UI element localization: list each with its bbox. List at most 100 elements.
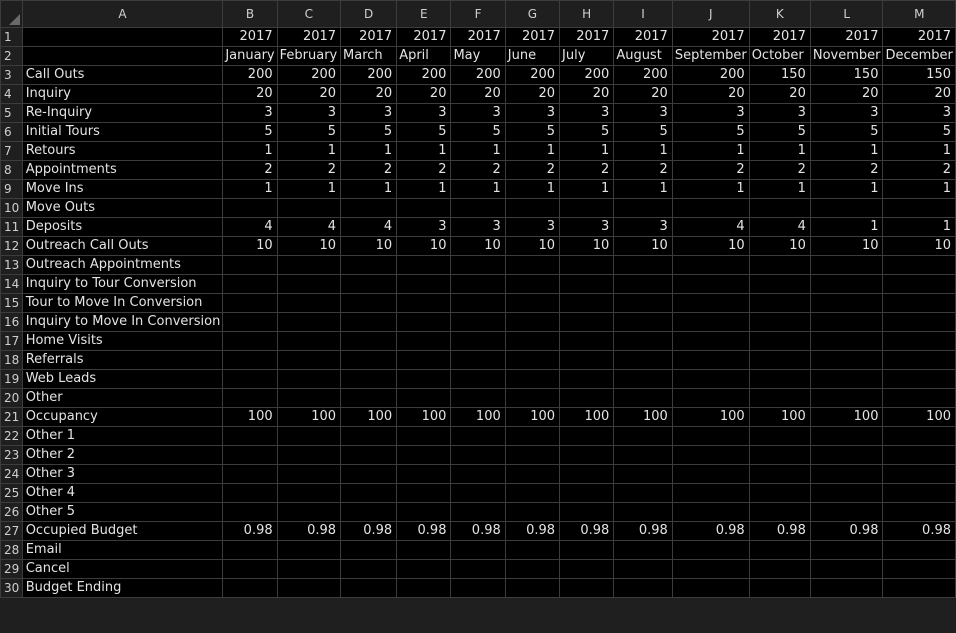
data-cell[interactable]	[809, 483, 884, 503]
data-cell[interactable]: 3	[396, 217, 452, 237]
data-cell[interactable]	[222, 312, 278, 332]
data-cell[interactable]	[748, 312, 811, 332]
data-cell[interactable]	[396, 578, 452, 598]
data-cell[interactable]	[559, 578, 615, 598]
data-cell[interactable]	[882, 312, 956, 332]
row-label-cell[interactable]: Inquiry to Tour Conversion	[21, 274, 224, 294]
data-cell[interactable]	[450, 293, 506, 313]
data-cell[interactable]	[559, 426, 615, 446]
data-cell[interactable]: 200	[671, 65, 750, 85]
data-cell[interactable]: 100	[882, 407, 956, 427]
data-cell[interactable]	[882, 445, 956, 465]
data-cell[interactable]	[748, 426, 811, 446]
data-cell[interactable]	[222, 483, 278, 503]
data-cell[interactable]	[450, 198, 506, 218]
data-cell[interactable]	[222, 369, 278, 389]
data-cell[interactable]	[671, 293, 750, 313]
data-cell[interactable]	[396, 445, 452, 465]
data-cell[interactable]	[748, 388, 811, 408]
data-cell[interactable]: 1	[396, 179, 452, 199]
data-cell[interactable]: 1	[559, 179, 615, 199]
data-cell[interactable]	[613, 255, 673, 275]
data-cell[interactable]: 2017	[450, 27, 506, 47]
data-cell[interactable]: 1	[222, 179, 278, 199]
data-cell[interactable]: 3	[450, 217, 506, 237]
data-cell[interactable]: 200	[504, 65, 561, 85]
row-header[interactable]: 10	[0, 198, 23, 218]
row-label-cell[interactable]: Home Visits	[21, 331, 224, 351]
data-cell[interactable]: 5	[559, 122, 615, 142]
data-cell[interactable]	[809, 255, 884, 275]
data-cell[interactable]	[613, 559, 673, 579]
data-cell[interactable]: 20	[613, 84, 673, 104]
data-cell[interactable]	[222, 445, 278, 465]
data-cell[interactable]: 0.98	[450, 521, 506, 541]
data-cell[interactable]: 2017	[809, 27, 884, 47]
data-cell[interactable]	[276, 198, 342, 218]
data-cell[interactable]: 2017	[613, 27, 673, 47]
data-cell[interactable]: 10	[671, 236, 750, 256]
data-cell[interactable]: November	[809, 46, 884, 66]
data-cell[interactable]: 0.98	[276, 521, 342, 541]
row-header[interactable]: 30	[0, 578, 23, 598]
data-cell[interactable]: 10	[396, 236, 452, 256]
data-cell[interactable]	[559, 483, 615, 503]
data-cell[interactable]: 10	[450, 236, 506, 256]
data-cell[interactable]: 3	[671, 103, 750, 123]
data-cell[interactable]	[222, 274, 278, 294]
data-cell[interactable]	[276, 293, 342, 313]
data-cell[interactable]	[613, 388, 673, 408]
data-cell[interactable]	[396, 502, 452, 522]
data-cell[interactable]: 1	[748, 179, 811, 199]
data-cell[interactable]	[222, 502, 278, 522]
data-cell[interactable]: 2017	[748, 27, 811, 47]
data-cell[interactable]	[340, 293, 398, 313]
column-header-h[interactable]: H	[559, 0, 615, 28]
data-cell[interactable]: 10	[809, 236, 884, 256]
data-cell[interactable]: 3	[340, 103, 398, 123]
data-cell[interactable]	[613, 540, 673, 560]
data-cell[interactable]	[340, 559, 398, 579]
data-cell[interactable]: 2017	[340, 27, 398, 47]
data-cell[interactable]	[276, 331, 342, 351]
data-cell[interactable]: 10	[613, 236, 673, 256]
data-cell[interactable]: 2017	[396, 27, 452, 47]
data-cell[interactable]	[396, 426, 452, 446]
data-cell[interactable]: 20	[340, 84, 398, 104]
data-cell[interactable]	[748, 502, 811, 522]
data-cell[interactable]	[450, 540, 506, 560]
data-cell[interactable]	[809, 293, 884, 313]
data-cell[interactable]	[748, 198, 811, 218]
data-cell[interactable]	[809, 502, 884, 522]
data-cell[interactable]	[748, 559, 811, 579]
data-cell[interactable]	[809, 369, 884, 389]
row-label-cell[interactable]: Other	[21, 388, 224, 408]
data-cell[interactable]: 2	[504, 160, 561, 180]
data-cell[interactable]	[222, 198, 278, 218]
data-cell[interactable]	[340, 578, 398, 598]
data-cell[interactable]	[450, 369, 506, 389]
row-header[interactable]: 7	[0, 141, 23, 161]
row-label-cell[interactable]: Initial Tours	[21, 122, 224, 142]
data-cell[interactable]	[882, 293, 956, 313]
data-cell[interactable]	[748, 331, 811, 351]
data-cell[interactable]	[613, 445, 673, 465]
data-cell[interactable]	[222, 331, 278, 351]
data-cell[interactable]	[882, 540, 956, 560]
data-cell[interactable]	[396, 540, 452, 560]
data-cell[interactable]: 2	[882, 160, 956, 180]
data-cell[interactable]: 100	[809, 407, 884, 427]
data-cell[interactable]	[809, 350, 884, 370]
data-cell[interactable]	[809, 312, 884, 332]
data-cell[interactable]	[222, 559, 278, 579]
data-cell[interactable]: 4	[671, 217, 750, 237]
data-cell[interactable]	[340, 255, 398, 275]
row-header[interactable]: 18	[0, 350, 23, 370]
data-cell[interactable]	[613, 369, 673, 389]
data-cell[interactable]	[222, 293, 278, 313]
row-label-cell[interactable]	[21, 27, 224, 47]
data-cell[interactable]: 100	[671, 407, 750, 427]
row-label-cell[interactable]	[21, 46, 224, 66]
data-cell[interactable]	[396, 483, 452, 503]
data-cell[interactable]: 1	[276, 179, 342, 199]
